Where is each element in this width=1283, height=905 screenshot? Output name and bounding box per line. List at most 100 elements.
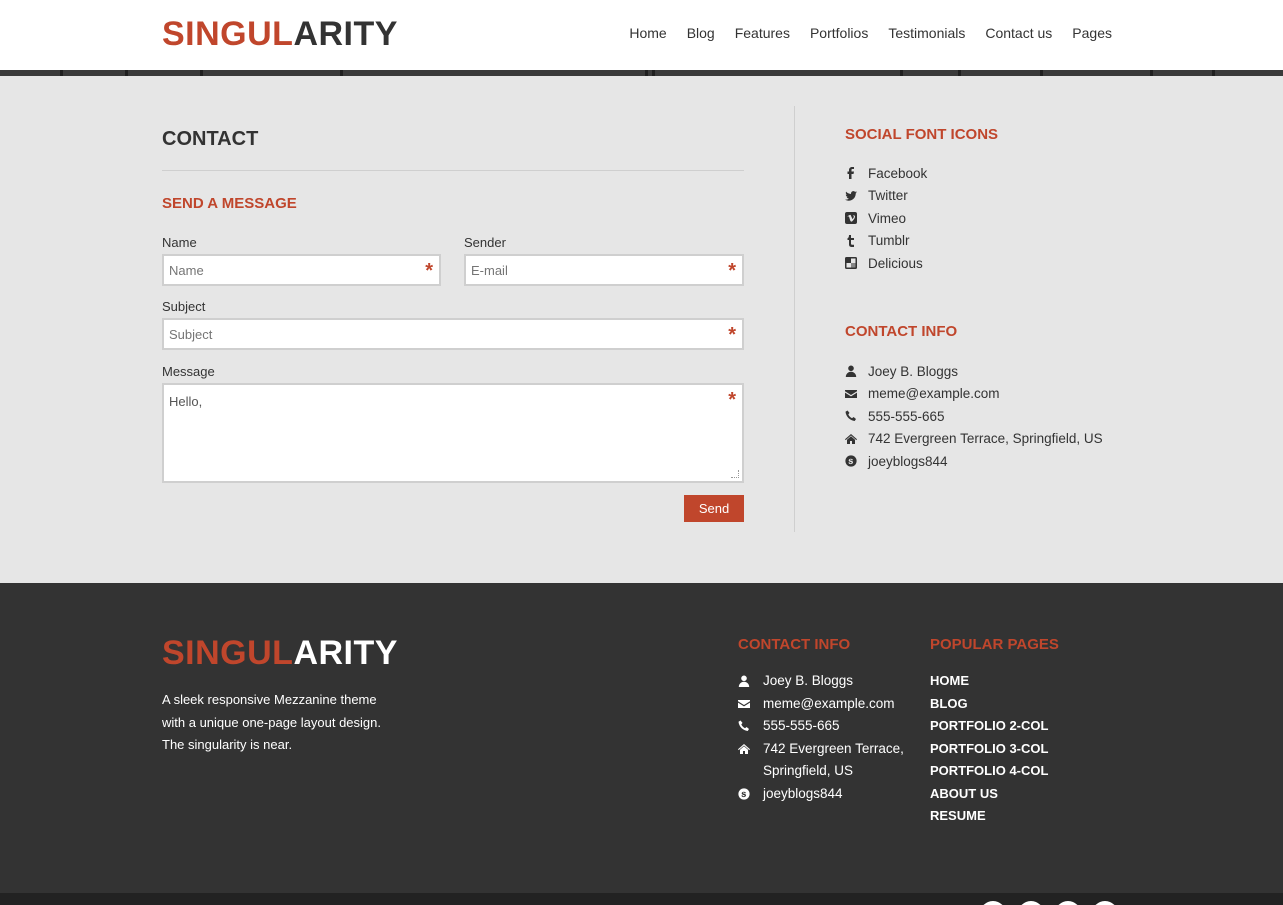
facebook-icon [845,167,857,180]
popular-link-home[interactable]: HOME [930,673,969,688]
vimeo-icon [845,212,857,225]
phone-icon [845,410,857,422]
footer-bottom-bar [0,893,1283,905]
popular-link-portfolio-2-col[interactable]: PORTFOLIO 2-COL [930,718,1048,733]
home-icon [845,433,857,445]
envelope-icon [845,388,857,400]
contact-label: 555-555-665 [868,408,945,424]
social-item-tumblr[interactable]: Tumblr [845,230,927,253]
envelope-icon [738,693,750,716]
delicious-icon [845,257,857,270]
subject-field-wrapper: * [162,318,744,350]
nav-testimonials[interactable]: Testimonials [888,24,965,42]
social-label: Twitter [868,188,908,204]
footer-contact-heading: CONTACT INFO [738,636,851,653]
site-header: SINGULARITY Home Blog Features Portfolio… [0,0,1283,70]
site-footer: SINGULARITY A sleek responsive Mezzanine… [0,583,1283,893]
contact-info-heading: CONTACT INFO [845,323,958,340]
message-label: Message [162,364,215,379]
resize-handle[interactable] [731,470,739,478]
contact-info-list: Joey B. Bloggs meme@example.com 555-555-… [845,360,1103,473]
popular-link-portfolio-3-col[interactable]: PORTFOLIO 3-COL [930,741,1048,756]
contact-item-name: Joey B. Bloggs [845,360,1103,383]
site-logo[interactable]: SINGULARITY [162,14,398,54]
popular-link-blog[interactable]: BLOG [930,696,968,711]
social-item-facebook[interactable]: Facebook [845,162,927,185]
social-label: Vimeo [868,210,907,226]
footer-contact-name: Joey B. Bloggs [738,670,908,693]
user-icon [738,670,750,693]
main-nav: Home Blog Features Portfolios Testimonia… [629,24,1112,42]
nav-features[interactable]: Features [735,24,790,42]
footer-contact-skype[interactable]: joeyblogs844 [738,783,908,806]
social-list: Facebook Twitter Vimeo Tumblr Delicious [845,162,927,275]
footer-contact-label: joeyblogs844 [763,785,843,801]
sender-label: Sender [464,235,506,250]
social-icons-heading: SOCIAL FONT ICONS [845,126,999,143]
footer-contact-address: 742 Evergreen Terrace, Springfield, US [738,738,908,783]
contact-label: Joey B. Bloggs [868,363,959,379]
footer-contact-label: 555-555-665 [763,718,840,733]
tumblr-icon [845,234,857,247]
social-circle-button[interactable] [1018,901,1044,905]
footer-contact-label: Joey B. Bloggs [763,673,854,688]
social-circle-button[interactable] [1055,901,1081,905]
title-divider [162,170,744,171]
subject-input[interactable] [164,320,742,348]
required-marker: * [728,389,736,411]
page-title: CONTACT [162,128,259,150]
nav-contact-us[interactable]: Contact us [985,24,1052,42]
footer-contact-email[interactable]: meme@example.com [738,693,908,716]
contact-item-email[interactable]: meme@example.com [845,383,1103,406]
column-divider [794,106,795,532]
user-icon [845,365,857,378]
home-icon [738,738,750,783]
nav-portfolios[interactable]: Portfolios [810,24,868,42]
sender-field-wrapper: * [464,254,744,286]
contact-label: meme@example.com [868,386,1000,402]
send-button[interactable]: Send [684,495,744,522]
subject-label: Subject [162,299,206,314]
nav-blog[interactable]: Blog [687,24,715,42]
logo-light-text: ARITY [293,634,398,672]
logo-accent-text: SINGUL [162,634,294,672]
message-textarea[interactable]: Hello, [164,385,742,481]
footer-logo[interactable]: SINGULARITY [162,633,398,673]
nav-home[interactable]: Home [629,24,666,42]
name-field-wrapper: * [162,254,441,286]
main-content: CONTACT SEND A MESSAGE Name * Sender * S… [0,76,1283,583]
skype-icon [738,783,750,806]
popular-pages-list: HOME BLOG PORTFOLIO 2-COL PORTFOLIO 3-CO… [930,670,1048,828]
social-item-twitter[interactable]: Twitter [845,185,927,208]
social-label: Facebook [868,165,928,181]
message-field-wrapper: Hello, * [162,383,744,483]
footer-contact-label: 742 Evergreen Terrace, Springfield, US [763,740,904,779]
footer-description: A sleek responsive Mezzanine theme with … [162,692,381,752]
footer-contact-label: meme@example.com [763,695,895,711]
phone-icon [738,715,750,738]
popular-pages-heading: POPULAR PAGES [930,636,1059,653]
nav-pages[interactable]: Pages [1072,24,1112,42]
logo-accent-text: SINGUL [162,15,294,53]
contact-item-phone[interactable]: 555-555-665 [845,405,1103,428]
social-circle-button[interactable] [980,901,1006,905]
skype-icon [845,455,857,467]
popular-link-resume[interactable]: RESUME [930,808,986,823]
required-marker: * [728,324,736,346]
social-label: Delicious [868,255,923,271]
footer-contact-phone[interactable]: 555-555-665 [738,715,908,738]
contact-label: 742 Evergreen Terrace, Springfield, US [868,431,1103,447]
required-marker: * [728,260,736,282]
email-input[interactable] [466,256,742,284]
popular-link-portfolio-4-col[interactable]: PORTFOLIO 4-COL [930,763,1048,778]
social-item-delicious[interactable]: Delicious [845,252,927,275]
social-item-vimeo[interactable]: Vimeo [845,207,927,230]
social-circle-button[interactable] [1092,901,1118,905]
twitter-icon [845,190,857,202]
popular-link-about-us[interactable]: ABOUT US [930,786,998,801]
social-label: Tumblr [868,233,910,249]
contact-item-skype[interactable]: joeyblogs844 [845,450,1103,473]
contact-label: joeyblogs844 [868,453,948,469]
footer-contact-list: Joey B. Bloggs meme@example.com 555-555-… [738,670,908,805]
name-input[interactable] [164,256,439,284]
